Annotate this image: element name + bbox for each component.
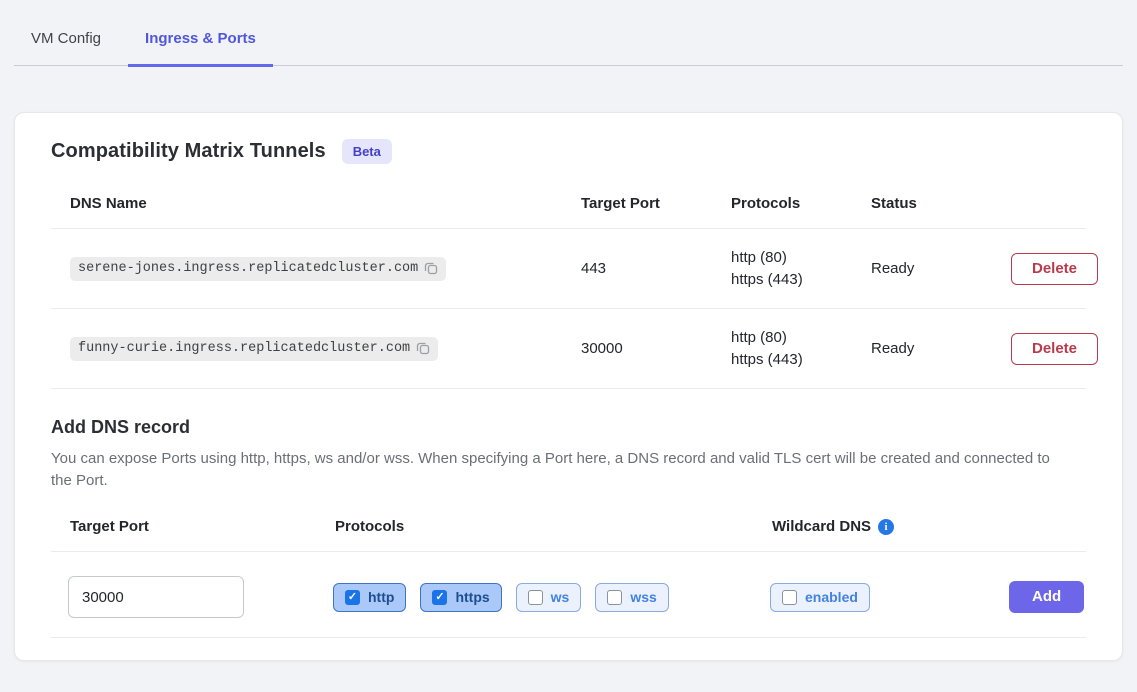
target-port-cell: 443 (562, 260, 712, 277)
protocols-cell: http (80) https (443) (712, 247, 852, 291)
delete-button[interactable]: Delete (1011, 253, 1098, 285)
protocol-checkbox-group: ✓ http ✓ https ws wss (316, 583, 753, 612)
checkbox-http[interactable]: ✓ http (333, 583, 406, 612)
tab-vm-config[interactable]: VM Config (14, 22, 118, 65)
add-dns-record-description: You can expose Ports using http, https, … (51, 448, 1056, 492)
add-button[interactable]: Add (1009, 581, 1084, 613)
checkbox-label: http (368, 589, 394, 605)
form-label-wildcard-dns: Wildcard DNS (772, 518, 871, 535)
checkbox-label: ws (551, 589, 570, 605)
status-cell: Ready (852, 340, 992, 357)
header-status: Status (852, 195, 992, 212)
tunnels-table-body: serene-jones.ingress.replicatedcluster.c… (51, 228, 1086, 389)
checkbox-icon: ✓ (345, 590, 360, 605)
checkbox-ws[interactable]: ws (516, 583, 582, 612)
table-row: funny-curie.ingress.replicatedcluster.co… (51, 308, 1086, 388)
add-form-header: Target Port Protocols Wildcard DNS i (51, 518, 1086, 552)
checkbox-icon (607, 590, 622, 605)
copy-icon[interactable] (416, 341, 430, 355)
add-form-row: ✓ http ✓ https ws wss enabled Add (51, 576, 1086, 638)
dns-name-text: serene-jones.ingress.replicatedcluster.c… (78, 261, 418, 276)
delete-button[interactable]: Delete (1011, 333, 1098, 365)
info-icon[interactable]: i (878, 519, 894, 535)
tunnels-table-header: DNS Name Target Port Protocols Status (51, 178, 1086, 228)
target-port-cell: 30000 (562, 340, 712, 357)
card-title: Compatibility Matrix Tunnels (51, 140, 326, 163)
header-target-port: Target Port (562, 195, 712, 212)
dns-name-text: funny-curie.ingress.replicatedcluster.co… (78, 341, 410, 356)
form-label-target-port: Target Port (51, 518, 316, 535)
header-protocols: Protocols (712, 195, 852, 212)
card-title-row: Compatibility Matrix Tunnels Beta (51, 139, 1086, 164)
tab-bar: VM Config Ingress & Ports (14, 0, 1123, 66)
dns-name-pill: serene-jones.ingress.replicatedcluster.c… (70, 257, 446, 281)
tab-ingress-ports[interactable]: Ingress & Ports (128, 22, 273, 67)
checkbox-icon (528, 590, 543, 605)
target-port-input[interactable] (68, 576, 244, 618)
form-label-protocols: Protocols (316, 518, 753, 535)
copy-icon[interactable] (424, 261, 438, 275)
tunnels-card: Compatibility Matrix Tunnels Beta DNS Na… (14, 112, 1123, 661)
dns-name-pill: funny-curie.ingress.replicatedcluster.co… (70, 337, 438, 361)
table-row: serene-jones.ingress.replicatedcluster.c… (51, 228, 1086, 308)
checkbox-wildcard-enabled[interactable]: enabled (770, 583, 870, 612)
checkbox-label: https (455, 589, 489, 605)
checkbox-icon (782, 590, 797, 605)
checkbox-label: wss (630, 589, 656, 605)
checkbox-wss[interactable]: wss (595, 583, 668, 612)
status-cell: Ready (852, 260, 992, 277)
checkbox-https[interactable]: ✓ https (420, 583, 501, 612)
header-dns-name: DNS Name (51, 195, 562, 212)
protocols-cell: http (80) https (443) (712, 327, 852, 371)
checkbox-icon: ✓ (432, 590, 447, 605)
add-dns-record-title: Add DNS record (51, 417, 1086, 438)
beta-badge: Beta (342, 139, 392, 164)
checkbox-label: enabled (805, 589, 858, 605)
